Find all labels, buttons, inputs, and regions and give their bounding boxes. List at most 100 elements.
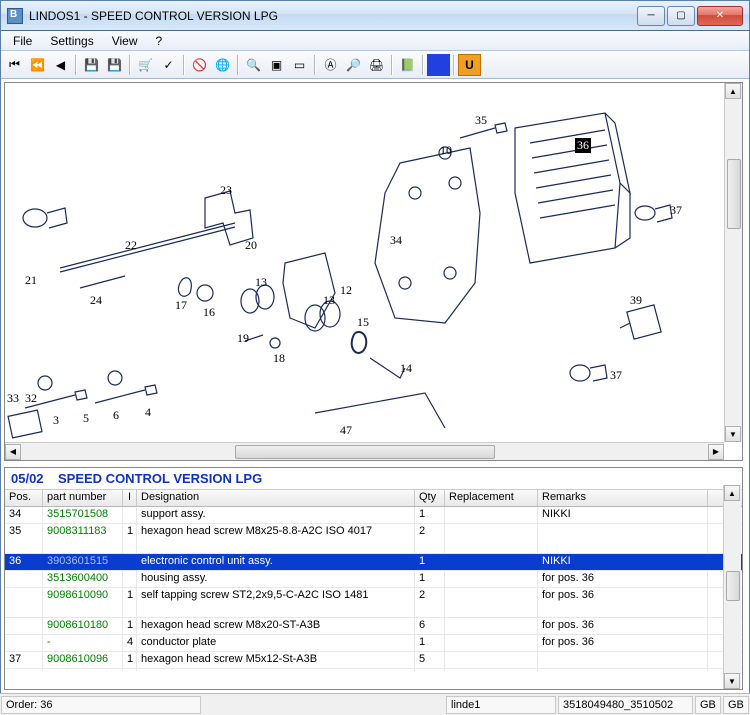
u-button[interactable]: U (458, 54, 481, 76)
header-qty[interactable]: Qty (415, 490, 445, 506)
header-i[interactable]: I (123, 490, 137, 506)
book-button[interactable]: 📗 (396, 54, 419, 76)
table-row[interactable]: 363903601515electronic control unit assy… (5, 554, 742, 571)
callout-17[interactable]: 17 (175, 298, 187, 313)
cart-button[interactable]: 🛒 (134, 54, 157, 76)
scroll-up-arrow[interactable]: ▲ (725, 83, 741, 99)
callout-19[interactable]: 19 (237, 331, 249, 346)
scroll-thumb[interactable] (235, 445, 495, 459)
diagram-scrollbar-horizontal[interactable]: ◀ ▶ (5, 442, 724, 460)
callout-36[interactable]: 36 (575, 138, 591, 153)
callout-5[interactable]: 5 (83, 411, 89, 426)
callout-10[interactable]: 10 (440, 143, 452, 158)
table-row[interactable]: 3590083111831hexagon head screw M8x25-8.… (5, 524, 742, 554)
callout-47[interactable]: 47 (340, 423, 352, 438)
diagram-scrollbar-vertical[interactable]: ▲ ▼ (724, 83, 742, 442)
menu-help[interactable]: ? (148, 32, 171, 50)
callout-32[interactable]: 32 (25, 391, 37, 406)
list-scrollbar-vertical[interactable]: ▲ ▼ (723, 485, 741, 689)
table-row[interactable]: 90086101801hexagon head screw M8x20-ST-A… (5, 618, 742, 635)
tag-off-button[interactable]: 🚫 (188, 54, 211, 76)
cell-replacement (445, 652, 538, 668)
menu-settings[interactable]: Settings (42, 32, 101, 50)
scroll-left-arrow[interactable]: ◀ (5, 444, 21, 460)
cell-qty: 1 (415, 554, 445, 570)
table-row[interactable]: 3790086100961hexagon head screw M5x12-St… (5, 652, 742, 669)
zoom-in-button[interactable]: 🔍 (242, 54, 265, 76)
scroll-up-arrow[interactable]: ▲ (724, 485, 740, 501)
fast-back-button[interactable]: ⏪ (26, 54, 49, 76)
callout-3[interactable]: 3 (53, 413, 59, 428)
table-row[interactable]: 90986100901self tapping screw ST2,2x9,5-… (5, 588, 742, 618)
callout-33[interactable]: 33 (7, 391, 19, 406)
table-row[interactable]: 343515701508support assy.1NIKKI (5, 507, 742, 524)
content-area: 10 21 22 23 20 24 17 16 13 13 12 19 18 1… (1, 79, 749, 690)
callout-20[interactable]: 20 (245, 238, 257, 253)
first-button[interactable]: ⏮ (3, 54, 26, 76)
cell-i: 1 (123, 618, 137, 634)
blue-button[interactable] (427, 54, 450, 76)
find-text-button[interactable]: 🔎 (342, 54, 365, 76)
toolbar-separator (237, 55, 239, 75)
maximize-button[interactable]: ▢ (667, 6, 695, 26)
minimize-button[interactable]: ─ (637, 6, 665, 26)
header-replacement[interactable]: Replacement (445, 490, 538, 506)
callout-23[interactable]: 23 (220, 183, 232, 198)
callout-35[interactable]: 35 (475, 113, 487, 128)
scroll-down-arrow[interactable]: ▼ (725, 426, 741, 442)
header-designation[interactable]: Designation (137, 490, 415, 506)
callout-4[interactable]: 4 (145, 405, 151, 420)
callout-14[interactable]: 14 (400, 361, 412, 376)
callout-13a[interactable]: 13 (255, 275, 267, 290)
cell-qty: 5 (415, 652, 445, 668)
cart-check-button[interactable]: ✓ (157, 54, 180, 76)
close-button[interactable]: ✕ (697, 6, 743, 26)
callout-12[interactable]: 12 (340, 283, 352, 298)
parts-table-body: 343515701508support assy.1NIKKI359008311… (5, 507, 742, 671)
cell-part-number: 9008610096 (43, 652, 123, 668)
callout-22[interactable]: 22 (125, 238, 137, 253)
cell-qty: 1 (415, 635, 445, 651)
callout-39[interactable]: 39 (630, 293, 642, 308)
statusbar: Order: 36 linde1 3518049480_3510502 GB G… (0, 693, 750, 715)
diagram-viewport[interactable]: 10 21 22 23 20 24 17 16 13 13 12 19 18 1… (5, 83, 742, 439)
window-controls: ─ ▢ ✕ (635, 6, 743, 26)
cell-designation: support assy. (137, 507, 415, 523)
scroll-down-arrow[interactable]: ▼ (724, 673, 740, 689)
header-remarks[interactable]: Remarks (538, 490, 708, 506)
menu-file[interactable]: File (5, 32, 40, 50)
table-row[interactable]: 3513600400housing assy.1for pos. 36 (5, 571, 742, 588)
callout-6[interactable]: 6 (113, 408, 119, 423)
save-button[interactable]: 💾 (80, 54, 103, 76)
cell-part-number: 9098610090 (43, 588, 123, 617)
cell-part-number: 3513600400 (43, 571, 123, 587)
callout-15[interactable]: 15 (357, 315, 369, 330)
callout-34[interactable]: 34 (390, 233, 402, 248)
save-as-button[interactable]: 💾 (103, 54, 126, 76)
header-pos[interactable]: Pos. (5, 490, 43, 506)
callout-21[interactable]: 21 (25, 273, 37, 288)
table-row[interactable]: 397916299055relay1NIKKI (5, 669, 742, 671)
callout-18[interactable]: 18 (273, 351, 285, 366)
menu-view[interactable]: View (104, 32, 146, 50)
scroll-thumb[interactable] (726, 571, 740, 601)
scroll-thumb[interactable] (727, 159, 741, 229)
scroll-right-arrow[interactable]: ▶ (708, 444, 724, 460)
callout-37a[interactable]: 37 (670, 203, 682, 218)
cell-designation: housing assy. (137, 571, 415, 587)
callout-37b[interactable]: 37 (610, 368, 622, 383)
print-button[interactable]: 🖨 (365, 54, 388, 76)
callout-24[interactable]: 24 (90, 293, 102, 308)
callout-13b[interactable]: 13 (323, 293, 335, 308)
fit-page-button[interactable]: ▣ (265, 54, 288, 76)
find-a-button[interactable]: Ⓐ (319, 54, 342, 76)
header-part-number[interactable]: part number (43, 490, 123, 506)
back-button[interactable]: ◀ (49, 54, 72, 76)
fit-width-button[interactable]: ▭ (288, 54, 311, 76)
globe-button[interactable]: 🌐 (211, 54, 234, 76)
cell-i: 1 (123, 652, 137, 668)
cell-pos (5, 571, 43, 587)
cell-i (123, 669, 137, 671)
callout-16[interactable]: 16 (203, 305, 215, 320)
table-row[interactable]: -4conductor plate1for pos. 36 (5, 635, 742, 652)
